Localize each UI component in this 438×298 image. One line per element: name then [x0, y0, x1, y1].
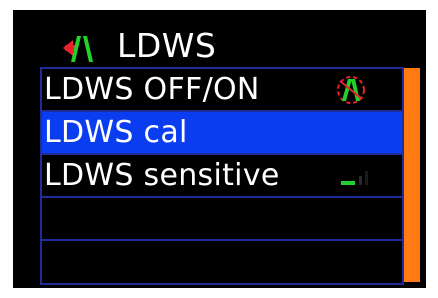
ldws-screen: LDWS LDWS OFF/ON LDWS cal LDWS sensitive [13, 10, 426, 288]
page-title: LDWS [117, 26, 217, 65]
title-bar: LDWS [13, 10, 426, 68]
menu-item-empty [42, 198, 402, 241]
menu-item-ldws-sensitivity[interactable]: LDWS sensitive [42, 155, 402, 198]
settings-menu: LDWS OFF/ON LDWS cal LDWS sensitive [40, 67, 404, 285]
scrollbar[interactable] [404, 68, 420, 282]
menu-item-label: LDWS cal [44, 115, 188, 150]
menu-item-empty [42, 241, 402, 284]
lane-departure-icon [63, 36, 93, 62]
menu-item-ldws-toggle[interactable]: LDWS OFF/ON [42, 69, 402, 112]
menu-item-ldws-calibration[interactable]: LDWS cal [42, 112, 402, 155]
sensitivity-level-icon [341, 171, 368, 185]
menu-item-label: LDWS sensitive [44, 158, 280, 193]
lane-status-icon [337, 76, 365, 104]
menu-item-label: LDWS OFF/ON [44, 72, 260, 107]
